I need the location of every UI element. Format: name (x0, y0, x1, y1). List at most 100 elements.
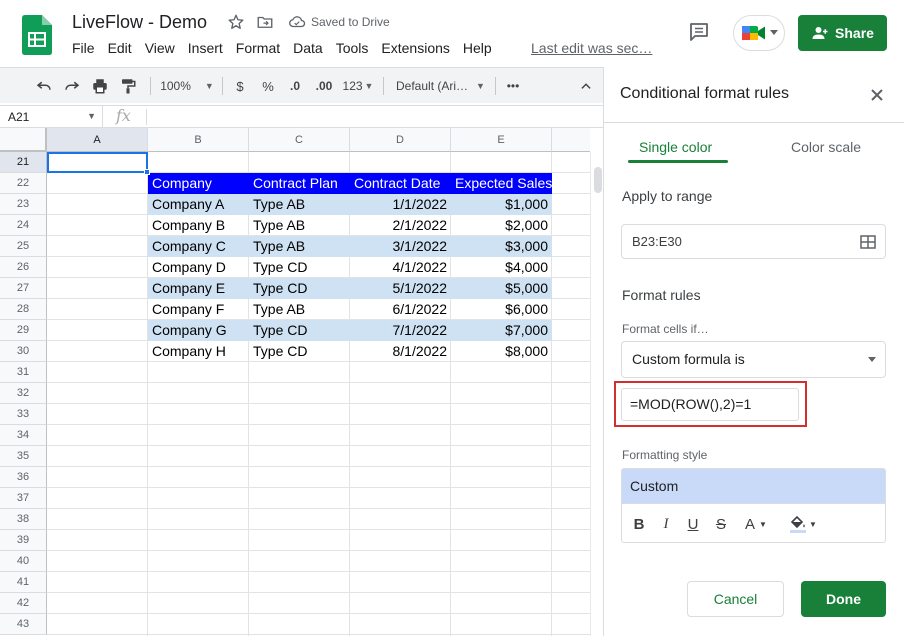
number-format-select[interactable]: 123 ▼ (340, 68, 376, 104)
menu-extensions[interactable]: Extensions (381, 40, 449, 56)
row-header[interactable]: 24 (0, 215, 47, 236)
active-cell[interactable] (47, 152, 148, 173)
table-cell[interactable]: 4/1/2022 (350, 257, 451, 278)
table-cell[interactable]: Type AB (249, 215, 350, 236)
table-cell[interactable]: 6/1/2022 (350, 299, 451, 320)
table-cell[interactable]: Type CD (249, 257, 350, 278)
comment-icon[interactable] (687, 20, 711, 44)
decrease-decimals-button[interactable]: .0 (284, 68, 306, 104)
tab-color-scale[interactable]: Color scale (791, 139, 861, 155)
table-header-cell[interactable]: Expected Sales (451, 173, 552, 194)
menu-file[interactable]: File (72, 40, 95, 56)
row-header[interactable]: 41 (0, 572, 47, 593)
scrollbar-thumb[interactable] (594, 167, 602, 193)
cancel-button[interactable]: Cancel (687, 581, 784, 617)
table-cell[interactable]: 5/1/2022 (350, 278, 451, 299)
bold-button[interactable]: B (632, 514, 646, 534)
underline-button[interactable]: U (686, 514, 700, 534)
table-cell[interactable]: 3/1/2022 (350, 236, 451, 257)
menu-edit[interactable]: Edit (108, 40, 132, 56)
last-edit-link[interactable]: Last edit was sec… (531, 40, 652, 56)
zoom-select[interactable]: 100% ▼ (157, 68, 217, 104)
row-header[interactable]: 23 (0, 194, 47, 215)
table-cell[interactable]: Company G (148, 320, 249, 341)
move-folder-icon[interactable] (255, 12, 275, 32)
more-options-button[interactable]: ••• (502, 68, 524, 104)
row-header[interactable]: 21 (0, 152, 47, 173)
row-header[interactable]: 36 (0, 467, 47, 488)
table-cell[interactable]: $2,000 (451, 215, 552, 236)
column-header-d[interactable]: D (350, 128, 451, 152)
currency-format-button[interactable]: $ (232, 68, 248, 104)
select-range-icon[interactable] (860, 234, 876, 250)
row-header[interactable]: 32 (0, 383, 47, 404)
name-box[interactable]: A21 ▼ (0, 106, 103, 128)
table-cell[interactable]: 1/1/2022 (350, 194, 451, 215)
print-icon[interactable] (89, 68, 111, 104)
increase-decimals-button[interactable]: .00 (311, 68, 337, 104)
table-cell[interactable]: Type AB (249, 236, 350, 257)
column-header-c[interactable]: C (249, 128, 350, 152)
close-icon[interactable] (868, 86, 886, 104)
condition-select[interactable]: Custom formula is (621, 341, 886, 378)
table-cell[interactable]: Type CD (249, 341, 350, 362)
row-header[interactable]: 42 (0, 593, 47, 614)
table-cell[interactable]: 2/1/2022 (350, 215, 451, 236)
row-header[interactable]: 37 (0, 488, 47, 509)
menu-view[interactable]: View (145, 40, 175, 56)
font-family-select[interactable]: Default (Ari… ▼ (396, 68, 488, 104)
table-header-cell[interactable]: Contract Plan (249, 173, 350, 194)
table-cell[interactable]: $5,000 (451, 278, 552, 299)
row-header[interactable]: 28 (0, 299, 47, 320)
menu-format[interactable]: Format (236, 40, 280, 56)
document-title[interactable]: LiveFlow - Demo (72, 12, 207, 33)
range-input[interactable]: B23:E30 (621, 224, 886, 259)
column-header-a[interactable]: A (47, 128, 148, 152)
select-all-corner[interactable] (0, 128, 47, 152)
table-cell[interactable]: $4,000 (451, 257, 552, 278)
column-header-b[interactable]: B (148, 128, 249, 152)
row-header[interactable]: 33 (0, 404, 47, 425)
meet-button[interactable] (733, 15, 785, 51)
percent-format-button[interactable]: % (259, 68, 277, 104)
paint-format-icon[interactable] (117, 68, 139, 104)
vertical-scrollbar[interactable] (590, 152, 603, 636)
fill-color-button[interactable]: ▼ (786, 514, 820, 534)
table-cell[interactable]: Company H (148, 341, 249, 362)
custom-formula-input[interactable]: =MOD(ROW(),2)=1 (621, 388, 799, 421)
table-cell[interactable]: 8/1/2022 (350, 341, 451, 362)
table-header-cell[interactable]: Contract Date (350, 173, 451, 194)
tab-single-color[interactable]: Single color (639, 139, 712, 155)
table-cell[interactable]: $6,000 (451, 299, 552, 320)
table-cell[interactable]: Company B (148, 215, 249, 236)
strikethrough-button[interactable]: S (714, 514, 728, 534)
column-header-next[interactable] (552, 128, 590, 152)
fill-handle[interactable] (144, 169, 150, 175)
menu-help[interactable]: Help (463, 40, 492, 56)
column-header-e[interactable]: E (451, 128, 552, 152)
text-color-button[interactable]: A ▼ (740, 514, 772, 534)
row-header[interactable]: 25 (0, 236, 47, 257)
menu-insert[interactable]: Insert (188, 40, 223, 56)
cloud-saved-icon[interactable] (287, 12, 307, 32)
collapse-menu-icon[interactable] (576, 68, 596, 104)
redo-icon[interactable] (61, 68, 83, 104)
menu-tools[interactable]: Tools (336, 40, 369, 56)
row-header[interactable]: 31 (0, 362, 47, 383)
italic-button[interactable]: I (660, 514, 672, 534)
row-header[interactable]: 22 (0, 173, 47, 194)
table-cell[interactable]: Type AB (249, 299, 350, 320)
done-button[interactable]: Done (801, 581, 886, 617)
row-header[interactable]: 27 (0, 278, 47, 299)
spreadsheet-grid[interactable]: A B C D E 21 22 23 24 25 26 27 28 29 30 31 32 33 34 35… (0, 128, 603, 636)
table-cell[interactable]: $7,000 (451, 320, 552, 341)
table-cell[interactable]: $3,000 (451, 236, 552, 257)
row-header[interactable]: 34 (0, 425, 47, 446)
row-header[interactable]: 29 (0, 320, 47, 341)
table-cell[interactable]: Company C (148, 236, 249, 257)
table-cell[interactable]: Company A (148, 194, 249, 215)
share-button[interactable]: Share (798, 15, 887, 51)
table-cell[interactable]: Type CD (249, 320, 350, 341)
table-cell[interactable]: Company E (148, 278, 249, 299)
table-cell[interactable]: Type CD (249, 278, 350, 299)
